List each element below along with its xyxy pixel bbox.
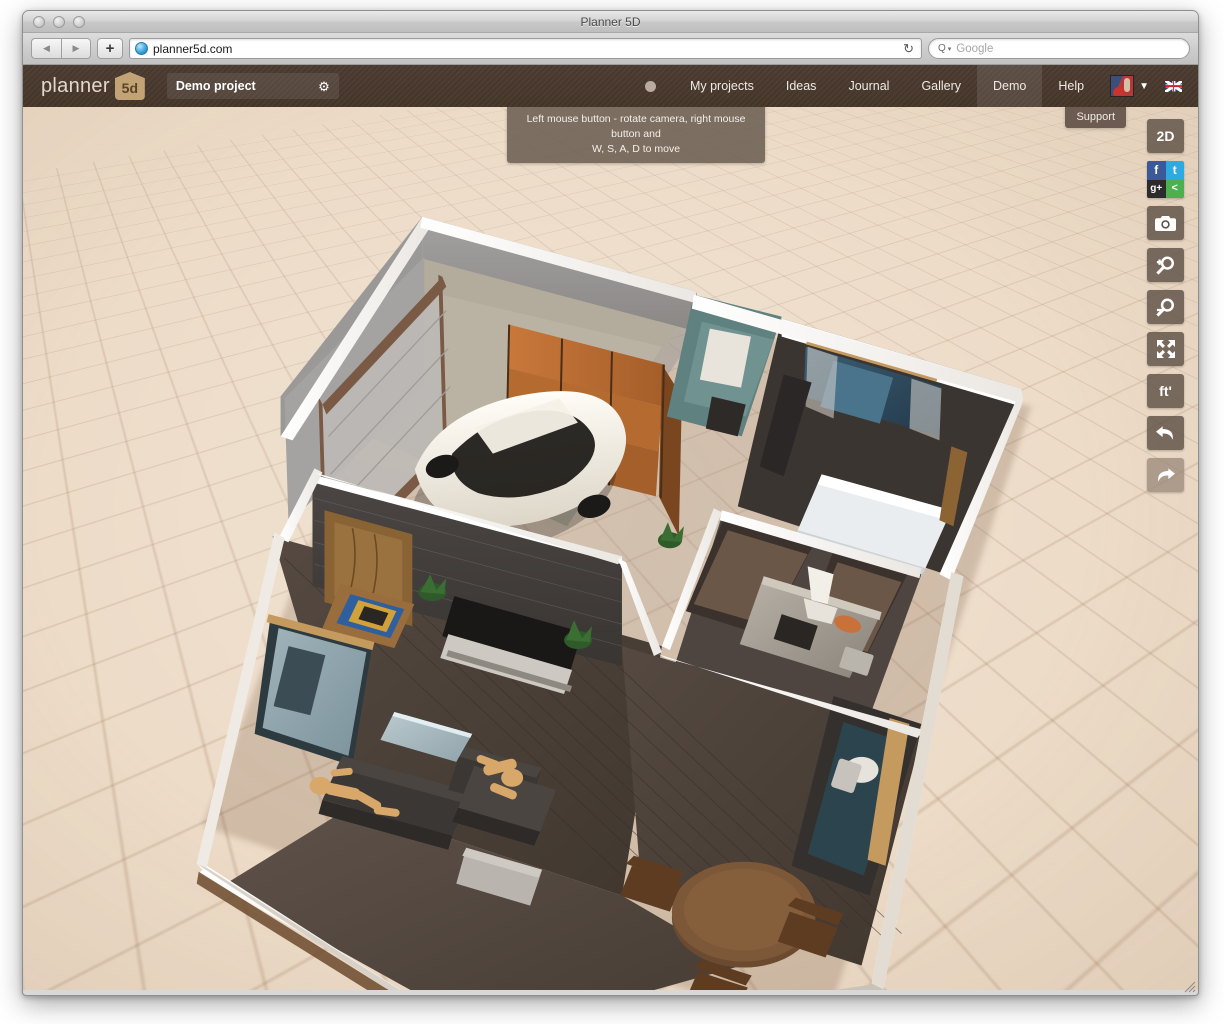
logo-badge-text: 5d bbox=[122, 81, 138, 95]
view-mode-2d-button[interactable]: 2D bbox=[1147, 119, 1184, 153]
magnifier-minus-icon[interactable] bbox=[1147, 290, 1184, 324]
united-kingdom-flag-icon[interactable] bbox=[1165, 81, 1182, 92]
logo-word: planner bbox=[41, 75, 110, 98]
back-arrow-icon[interactable]: ◀ bbox=[31, 38, 61, 59]
add-tab-button[interactable]: + bbox=[97, 38, 123, 59]
right-toolbar: 2D f t g+ < bbox=[1147, 119, 1184, 492]
browser-search-field[interactable]: Q ▾ Google bbox=[928, 38, 1190, 59]
undo-arrow-icon[interactable] bbox=[1147, 416, 1184, 450]
planner5d-logo[interactable]: planner 5d bbox=[41, 65, 145, 107]
nav-item-ideas[interactable]: Ideas bbox=[770, 65, 833, 107]
expand-arrows-icon[interactable] bbox=[1147, 332, 1184, 366]
redo-arrow-icon[interactable] bbox=[1147, 458, 1184, 492]
forward-arrow-icon[interactable]: ▶ bbox=[61, 38, 91, 59]
gear-icon[interactable]: ⚙ bbox=[318, 80, 330, 93]
project-name: Demo project bbox=[176, 79, 256, 93]
minimize-window-button[interactable] bbox=[53, 16, 65, 28]
reload-icon[interactable]: ↻ bbox=[903, 41, 914, 57]
app-header: planner 5d Demo project ⚙ My projects Id… bbox=[23, 65, 1198, 107]
close-window-button[interactable] bbox=[33, 16, 45, 28]
nav-item-journal[interactable]: Journal bbox=[832, 65, 905, 107]
logo-badge-icon: 5d bbox=[115, 72, 145, 100]
globe-icon bbox=[135, 42, 148, 55]
nav-item-demo[interactable]: Demo bbox=[977, 65, 1042, 107]
share-icon[interactable]: < bbox=[1166, 180, 1185, 199]
camera-icon[interactable] bbox=[1147, 206, 1184, 240]
camera-hint-line-2: W, S, A, D to move bbox=[515, 142, 757, 157]
social-share-buttons[interactable]: f t g+ < bbox=[1147, 161, 1184, 198]
browser-window: Planner 5D ◀ ▶ + planner5d.com ↻ Q ▾ Goo… bbox=[22, 10, 1199, 996]
browser-titlebar[interactable]: Planner 5D bbox=[23, 11, 1198, 33]
camera-controls-tooltip: Left mouse button - rotate camera, right… bbox=[507, 107, 765, 163]
chevron-down-icon[interactable]: ▼ bbox=[1139, 81, 1149, 92]
window-resize-grip[interactable] bbox=[1183, 980, 1196, 993]
chevron-down-icon[interactable]: ▾ bbox=[948, 45, 952, 53]
google-plus-icon[interactable]: g+ bbox=[1147, 180, 1166, 199]
dot-icon[interactable] bbox=[645, 81, 656, 92]
camera-hint-line-1: Left mouse button - rotate camera, right… bbox=[515, 112, 757, 142]
window-traffic-lights[interactable] bbox=[33, 16, 85, 28]
navigation-buttons: ◀ ▶ bbox=[31, 38, 91, 59]
project-selector[interactable]: Demo project ⚙ bbox=[167, 73, 339, 99]
twitter-icon[interactable]: t bbox=[1166, 161, 1185, 180]
avatar[interactable] bbox=[1110, 75, 1134, 97]
nav-item-help[interactable]: Help bbox=[1042, 65, 1100, 107]
planner5d-app: planner 5d Demo project ⚙ My projects Id… bbox=[23, 65, 1198, 990]
house-3d-model[interactable] bbox=[23, 107, 1198, 990]
nav-item-my-projects[interactable]: My projects bbox=[674, 65, 770, 107]
nav-item-gallery[interactable]: Gallery bbox=[905, 65, 977, 107]
search-placeholder: Google bbox=[956, 43, 993, 55]
magnifier-plus-icon[interactable] bbox=[1147, 248, 1184, 282]
browser-toolbar: ◀ ▶ + planner5d.com ↻ Q ▾ Google bbox=[23, 33, 1198, 65]
search-icon: Q bbox=[938, 43, 946, 54]
zoom-window-button[interactable] bbox=[73, 16, 85, 28]
main-navigation: My projects Ideas Journal Gallery Demo H… bbox=[645, 65, 1198, 107]
facebook-icon[interactable]: f bbox=[1147, 161, 1166, 180]
address-bar[interactable]: planner5d.com ↻ bbox=[129, 38, 922, 59]
floorplan-canvas[interactable]: Left mouse button - rotate camera, right… bbox=[23, 107, 1198, 990]
url-text: planner5d.com bbox=[153, 42, 898, 56]
support-tab[interactable]: Support bbox=[1065, 107, 1126, 128]
window-title: Planner 5D bbox=[23, 15, 1198, 29]
units-toggle-button[interactable]: ft' bbox=[1147, 374, 1184, 408]
